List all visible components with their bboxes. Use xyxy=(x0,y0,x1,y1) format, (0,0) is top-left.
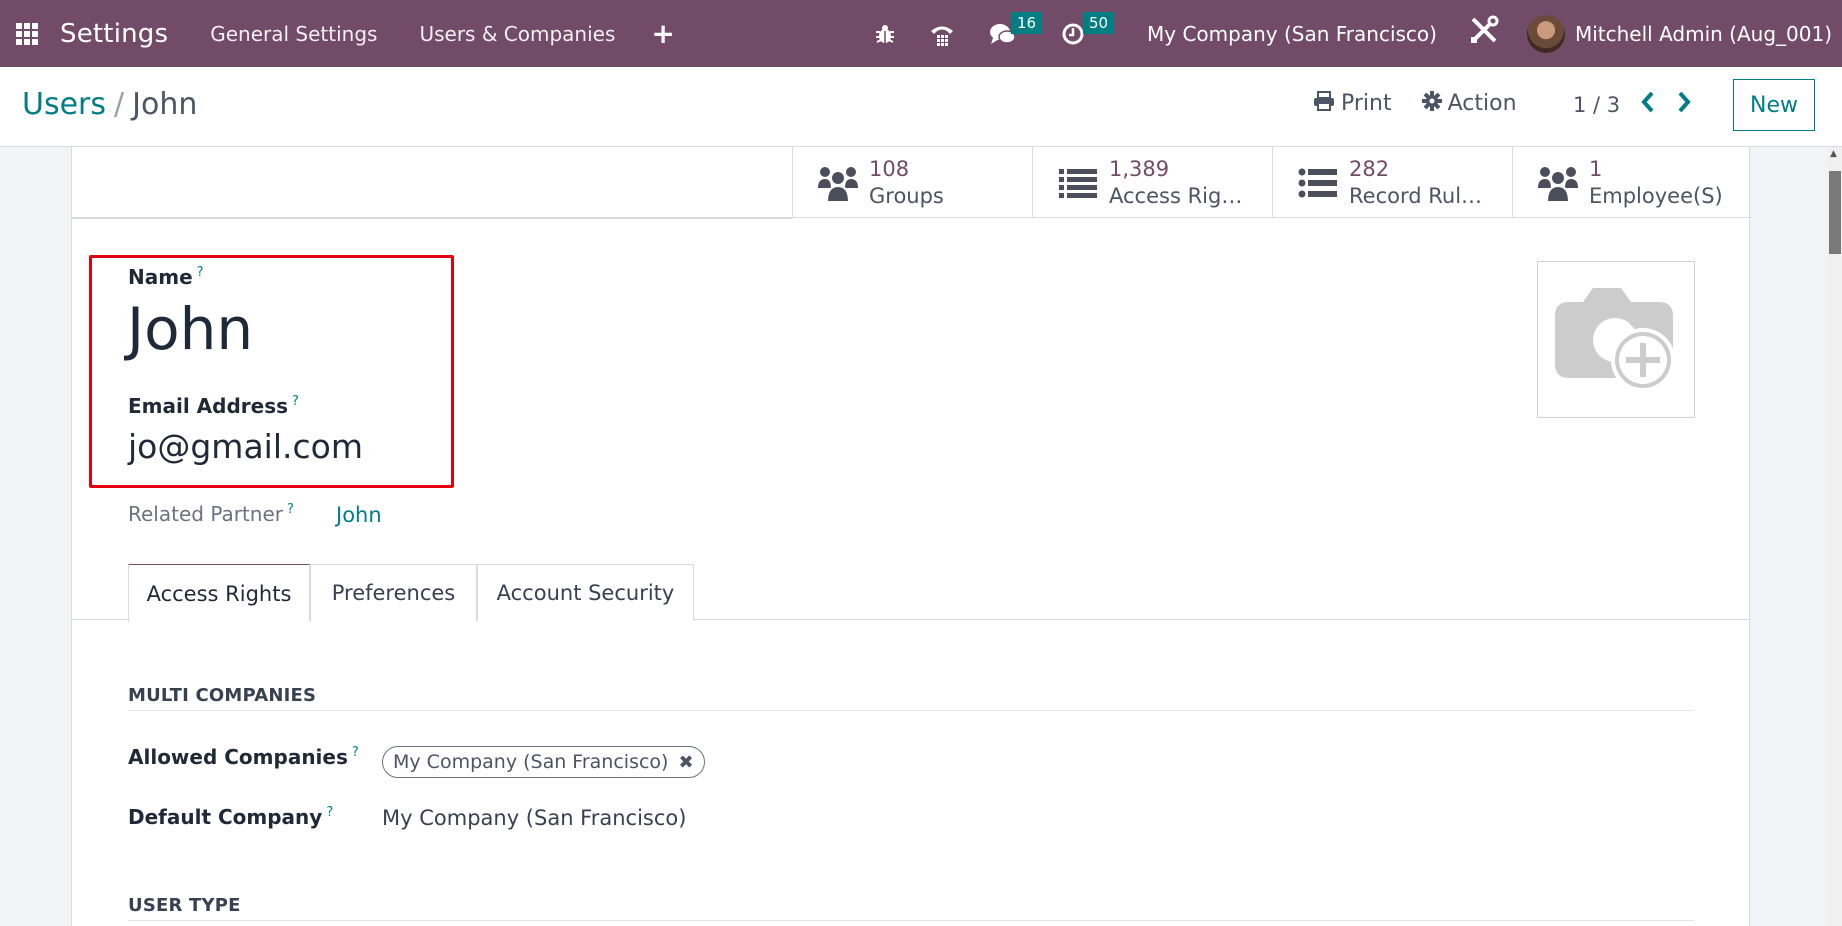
groups-count: 108 xyxy=(869,156,910,181)
tools-icon[interactable] xyxy=(1469,15,1499,52)
name-label: Name? xyxy=(128,265,204,289)
avatar-upload[interactable] xyxy=(1537,261,1695,418)
camera-plus-icon xyxy=(1555,287,1675,392)
users-icon xyxy=(817,162,859,204)
vertical-scrollbar[interactable]: ▲ xyxy=(1828,147,1842,926)
print-button[interactable]: Print xyxy=(1313,91,1392,116)
chat-icon[interactable]: 16 xyxy=(989,11,1043,46)
company-tag-label: My Company (San Francisco) xyxy=(393,751,669,773)
employees-smart-button[interactable]: 1 Employee(S) xyxy=(1512,147,1752,218)
employees-count: 1 xyxy=(1589,156,1603,181)
menu-general-settings[interactable]: General Settings xyxy=(210,22,377,46)
access-rights-label: Access Rig… xyxy=(1109,183,1243,208)
scrollbar-thumb[interactable] xyxy=(1829,171,1841,254)
related-partner-link[interactable]: John xyxy=(336,503,382,527)
user-menu[interactable]: Mitchell Admin (Aug_001) xyxy=(1575,22,1832,46)
print-label: Print xyxy=(1341,91,1392,116)
scroll-up-arrow-icon[interactable]: ▲ xyxy=(1830,149,1837,159)
menu-users-companies[interactable]: Users & Companies xyxy=(419,22,615,46)
name-label-text: Name xyxy=(128,265,193,289)
multi-companies-section-title: MULTI COMPANIES xyxy=(128,685,317,706)
list-ul-icon xyxy=(1297,162,1339,204)
email-help-icon[interactable]: ? xyxy=(292,394,299,409)
printer-icon xyxy=(1313,91,1335,116)
smart-button-box: 108 Groups 1,389 Access Rig… 282 Record … xyxy=(792,147,1752,218)
breadcrumb-users-link[interactable]: Users xyxy=(22,87,106,122)
groups-label: Groups xyxy=(869,183,944,208)
employees-label: Employee(S) xyxy=(1589,183,1723,208)
company-tag[interactable]: My Company (San Francisco) ✖ xyxy=(382,746,705,778)
record-rules-count: 282 xyxy=(1349,156,1390,181)
allowed-companies-help-icon[interactable]: ? xyxy=(352,745,359,760)
related-partner-label-text: Related Partner xyxy=(128,502,283,526)
related-partner-label: Related Partner? xyxy=(128,502,294,526)
clock-icon[interactable]: 50 xyxy=(1061,11,1115,46)
apps-grid-icon xyxy=(16,22,38,45)
phone-icon[interactable] xyxy=(929,22,955,46)
action-button[interactable]: Action xyxy=(1421,91,1517,116)
access-rights-count: 1,389 xyxy=(1109,156,1170,181)
section-divider xyxy=(128,920,1694,921)
user-avatar[interactable] xyxy=(1526,14,1565,53)
pager-previous-button[interactable] xyxy=(1640,87,1656,120)
default-company-help-icon[interactable]: ? xyxy=(326,805,333,820)
pager-value[interactable]: 1 / 3 xyxy=(1573,93,1620,117)
breadcrumb: Users / John xyxy=(22,87,197,122)
company-switcher[interactable]: My Company (San Francisco) xyxy=(1147,22,1437,46)
default-company-label: Default Company? xyxy=(128,805,333,829)
record-rules-smart-button[interactable]: 282 Record Rul… xyxy=(1272,147,1512,218)
plus-icon[interactable]: + xyxy=(651,17,674,50)
button-box-divider xyxy=(72,217,792,219)
bug-icon[interactable] xyxy=(875,23,895,45)
email-field[interactable]: jo@gmail.com xyxy=(128,427,363,466)
section-divider xyxy=(128,710,1694,711)
breadcrumb-current: John xyxy=(132,87,198,122)
activities-count-badge: 50 xyxy=(1083,11,1115,34)
breadcrumb-separator: / xyxy=(114,87,125,122)
record-rules-label: Record Rul… xyxy=(1349,183,1483,208)
user-type-section-title: USER TYPE xyxy=(128,895,241,916)
name-field[interactable]: John xyxy=(127,295,253,363)
gear-icon xyxy=(1421,91,1442,116)
control-panel: Users / John Print Action 1 / 3 New xyxy=(0,67,1842,147)
email-label-text: Email Address xyxy=(128,394,289,418)
name-help-icon[interactable]: ? xyxy=(197,265,204,280)
form-sheet: 108 Groups 1,389 Access Rig… 282 Record … xyxy=(71,147,1752,926)
app-menu-button[interactable] xyxy=(0,0,54,67)
related-partner-help-icon[interactable]: ? xyxy=(287,502,294,517)
pager-next-button[interactable] xyxy=(1676,87,1692,120)
default-company-label-text: Default Company xyxy=(128,805,323,829)
app-name[interactable]: Settings xyxy=(60,19,168,49)
email-label: Email Address? xyxy=(128,394,299,418)
groups-smart-button[interactable]: 108 Groups xyxy=(792,147,1032,218)
remove-tag-icon[interactable]: ✖ xyxy=(678,752,693,773)
users-icon xyxy=(1537,162,1579,204)
tab-account-security[interactable]: Account Security xyxy=(477,564,694,621)
messages-count-badge: 16 xyxy=(1011,11,1043,34)
default-company-field[interactable]: My Company (San Francisco) xyxy=(382,806,686,830)
action-label: Action xyxy=(1447,91,1517,116)
tab-preferences[interactable]: Preferences xyxy=(310,564,477,621)
new-button[interactable]: New xyxy=(1733,79,1815,131)
allowed-companies-label: Allowed Companies? xyxy=(128,745,359,769)
top-navbar: Settings General Settings Users & Compan… xyxy=(0,0,1842,67)
tab-access-rights[interactable]: Access Rights xyxy=(128,564,310,622)
form-tabs: Access Rights Preferences Account Securi… xyxy=(72,564,1749,622)
allowed-companies-label-text: Allowed Companies xyxy=(128,745,348,769)
access-rights-smart-button[interactable]: 1,389 Access Rig… xyxy=(1032,147,1272,218)
list-icon xyxy=(1057,162,1099,204)
